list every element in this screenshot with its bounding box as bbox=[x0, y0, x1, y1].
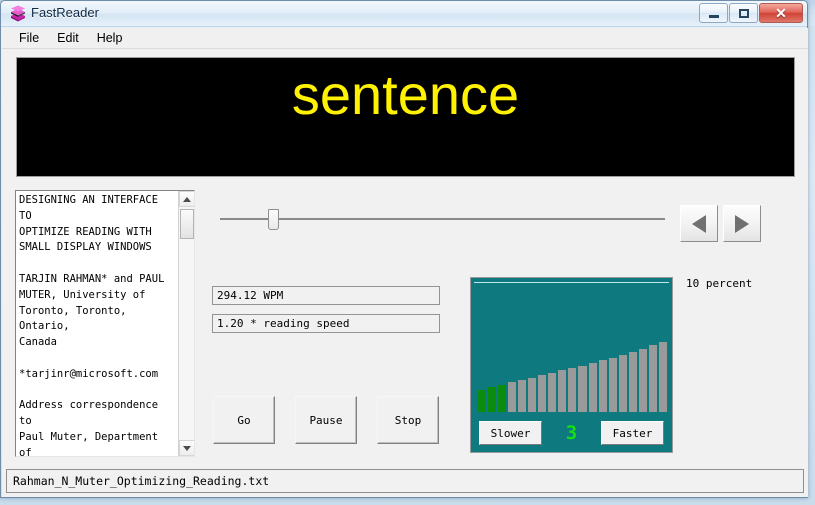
window-title: FastReader bbox=[31, 5, 99, 20]
speed-bar bbox=[589, 363, 597, 412]
title-bar[interactable]: FastReader ✕ bbox=[1, 1, 807, 27]
speed-controls: Slower 3 Faster bbox=[471, 420, 672, 446]
slider-thumb[interactable] bbox=[268, 209, 279, 230]
speed-bar bbox=[568, 368, 576, 412]
app-window: FastReader ✕ File Edit Help sentence DES… bbox=[0, 0, 808, 498]
speed-bar bbox=[528, 378, 536, 413]
maximize-button[interactable] bbox=[729, 3, 758, 23]
client-area: sentence DESIGNING AN INTERFACE TO OPTIM… bbox=[2, 49, 808, 497]
slower-button[interactable]: Slower bbox=[479, 421, 542, 445]
speed-level-bars bbox=[478, 337, 667, 412]
pause-button[interactable]: Pause bbox=[295, 396, 357, 444]
next-button[interactable] bbox=[723, 205, 761, 242]
speed-bar bbox=[478, 390, 486, 413]
stop-button[interactable]: Stop bbox=[377, 396, 439, 444]
close-icon: ✕ bbox=[775, 6, 787, 20]
speed-bar bbox=[639, 349, 647, 412]
chart-top-rule bbox=[474, 282, 669, 283]
go-button[interactable]: Go bbox=[213, 396, 275, 444]
scrollbar-thumb[interactable] bbox=[180, 209, 194, 239]
minimize-icon bbox=[709, 15, 719, 18]
scroll-down-icon bbox=[183, 446, 191, 451]
speed-bar bbox=[619, 355, 627, 412]
next-arrow-icon bbox=[735, 215, 749, 233]
speed-bar bbox=[508, 382, 516, 412]
word-display-panel: sentence bbox=[16, 57, 795, 177]
status-bar: Rahman_N_Muter_Optimizing_Reading.txt bbox=[6, 469, 804, 493]
speed-multiplier-readout: 1.20 * reading speed bbox=[212, 314, 440, 333]
menu-item-help[interactable]: Help bbox=[88, 29, 132, 47]
speed-level-value: 3 bbox=[566, 422, 577, 444]
previous-arrow-icon bbox=[692, 215, 706, 233]
document-text-pane[interactable]: DESIGNING AN INTERFACE TO OPTIMIZE READI… bbox=[15, 190, 195, 457]
speed-bar bbox=[518, 380, 526, 412]
slider-track bbox=[220, 218, 665, 220]
speed-bar bbox=[498, 385, 506, 412]
previous-button[interactable] bbox=[680, 205, 718, 242]
menu-bar: File Edit Help bbox=[2, 28, 808, 49]
current-word: sentence bbox=[17, 64, 794, 126]
speed-bar bbox=[629, 352, 637, 412]
minimize-button[interactable] bbox=[699, 3, 728, 23]
document-text: DESIGNING AN INTERFACE TO OPTIMIZE READI… bbox=[19, 193, 177, 457]
scroll-up-icon bbox=[183, 197, 191, 202]
text-scrollbar[interactable] bbox=[178, 191, 194, 456]
speed-bar bbox=[649, 345, 657, 412]
close-button[interactable]: ✕ bbox=[759, 3, 803, 23]
menu-item-file[interactable]: File bbox=[10, 29, 48, 47]
speed-bar bbox=[558, 370, 566, 412]
speed-bar bbox=[538, 375, 546, 412]
faster-button[interactable]: Faster bbox=[601, 421, 664, 445]
maximize-icon bbox=[739, 9, 749, 18]
scroll-up-button[interactable] bbox=[179, 191, 195, 207]
wpm-readout: 294.12 WPM bbox=[212, 286, 440, 305]
speed-bar bbox=[488, 387, 496, 412]
status-filename: Rahman_N_Muter_Optimizing_Reading.txt bbox=[13, 474, 269, 488]
speed-bar bbox=[659, 342, 667, 413]
percent-label: 10 percent bbox=[686, 277, 752, 290]
scroll-down-button[interactable] bbox=[179, 440, 195, 456]
speed-level-chart-panel: Slower 3 Faster bbox=[470, 277, 673, 453]
menu-item-edit[interactable]: Edit bbox=[48, 29, 88, 47]
speed-bar bbox=[548, 373, 556, 412]
caption-buttons: ✕ bbox=[699, 3, 803, 23]
progress-slider[interactable] bbox=[215, 204, 670, 234]
speed-bar bbox=[609, 358, 617, 412]
speed-bar bbox=[599, 360, 607, 412]
books-stack-icon bbox=[9, 5, 27, 23]
speed-bar bbox=[578, 366, 586, 413]
